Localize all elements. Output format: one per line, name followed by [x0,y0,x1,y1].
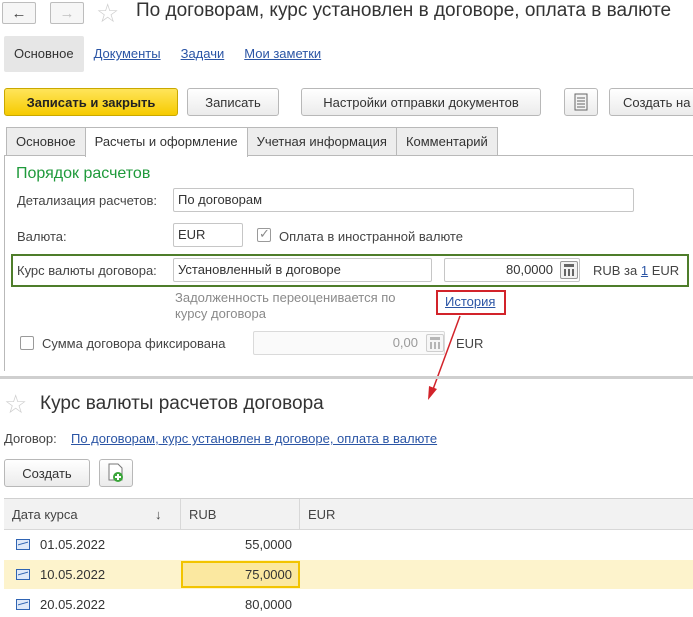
calculator-icon[interactable] [560,261,578,279]
rate-record-icon [16,569,30,580]
form-tabs: Основное Расчеты и оформление Учетная ин… [6,127,498,157]
create-rate-button[interactable]: Создать [4,459,90,487]
create-based-on-button[interactable]: Создать на [609,88,693,116]
contract-label: Договор: [4,431,57,446]
foreign-payment-checkbox[interactable] [257,226,271,242]
rate-unit-currency: EUR [651,263,680,278]
column-date-label: Дата курса [12,507,78,522]
sort-arrow-icon: ↓ [155,507,162,522]
form-tab-accounting[interactable]: Учетная информация [246,127,397,156]
rate-unit-prefix: RUB за [593,263,638,278]
currency-label: Валюта: [17,229,67,244]
column-header-date[interactable]: Дата курса ↓ [4,499,181,530]
section-tabs: Основное Документы Задачи Мои заметки [4,36,331,72]
section-tab-tasks[interactable]: Задачи [171,36,235,72]
save-button[interactable]: Записать [187,88,279,116]
column-header-rub[interactable]: RUB [181,499,300,530]
table-header: Дата курса ↓ RUB EUR [4,499,693,530]
detail-field[interactable]: По договорам [173,188,634,212]
page-title: По договорам, курс установлен в договоре… [136,0,672,21]
fixed-sum-field[interactable]: 0,00 [253,331,445,355]
form-tab-settlements[interactable]: Расчеты и оформление [84,127,248,157]
favorite-star-icon[interactable]: ☆ [96,0,119,29]
table-row[interactable]: 01.05.2022 55,0000 [4,530,693,559]
callout-arrow [428,315,461,400]
row-date: 01.05.2022 [40,537,106,552]
section-tab-documents[interactable]: Документы [84,36,171,72]
form-tab-main[interactable]: Основное [6,127,86,156]
currency-field[interactable]: EUR [173,223,243,247]
revaluation-note-line2: курсу договора [175,306,266,321]
rate-record-icon [16,539,30,550]
column-header-eur[interactable]: EUR [300,499,693,530]
table-row-selected[interactable]: 10.05.2022 75,0000 [4,560,693,589]
rate-mode-field[interactable]: Установленный в договоре [173,258,432,282]
row-date: 10.05.2022 [40,567,106,582]
forward-arrow-icon: → [59,4,75,22]
fixed-sum-label: Сумма договора фиксирована [42,336,226,351]
row-rub: 80,0000 [245,597,292,612]
send-settings-button[interactable]: Настройки отправки документов [301,88,541,116]
back-arrow-icon: ← [11,4,27,22]
table-row[interactable]: 20.05.2022 80,0000 [4,590,693,617]
window-separator [0,376,693,379]
rate-record-icon [16,599,30,610]
section-tab-main[interactable]: Основное [4,36,84,72]
report-button[interactable] [564,88,598,116]
detail-label: Детализация расчетов: [17,193,157,208]
forward-button[interactable]: → [50,2,84,24]
add-document-icon [108,463,123,482]
contract-link[interactable]: По договорам, курс установлен в договоре… [71,431,437,446]
save-and-close-button[interactable]: Записать и закрыть [4,88,178,116]
row-rub[interactable]: 75,0000 [181,560,292,589]
row-date: 20.05.2022 [40,597,106,612]
form-tab-comment[interactable]: Комментарий [395,127,498,156]
foreign-payment-label: Оплата в иностранной валюте [279,229,463,244]
rates-table: Дата курса ↓ RUB EUR 01.05.2022 55,0000 1… [4,498,693,617]
section-tab-notes[interactable]: Мои заметки [234,36,331,72]
revaluation-note-line1: Задолженность переоценивается по [175,290,396,305]
rate-unit-link[interactable]: 1 [641,263,648,278]
rates-window-title: Курс валюты расчетов договора [40,393,324,414]
back-button[interactable]: ← [2,2,36,24]
row-rub: 55,0000 [245,537,292,552]
copy-rate-button[interactable] [99,459,133,487]
group-title: Порядок расчетов [16,165,151,182]
rate-label: Курс валюты договора: [17,263,157,278]
rates-favorite-star-icon[interactable]: ☆ [4,389,27,420]
rate-unit: RUB за 1 EUR [593,263,679,278]
history-link[interactable]: История [445,294,495,309]
document-list-icon [574,93,588,111]
fixed-sum-checkbox[interactable] [20,336,34,350]
